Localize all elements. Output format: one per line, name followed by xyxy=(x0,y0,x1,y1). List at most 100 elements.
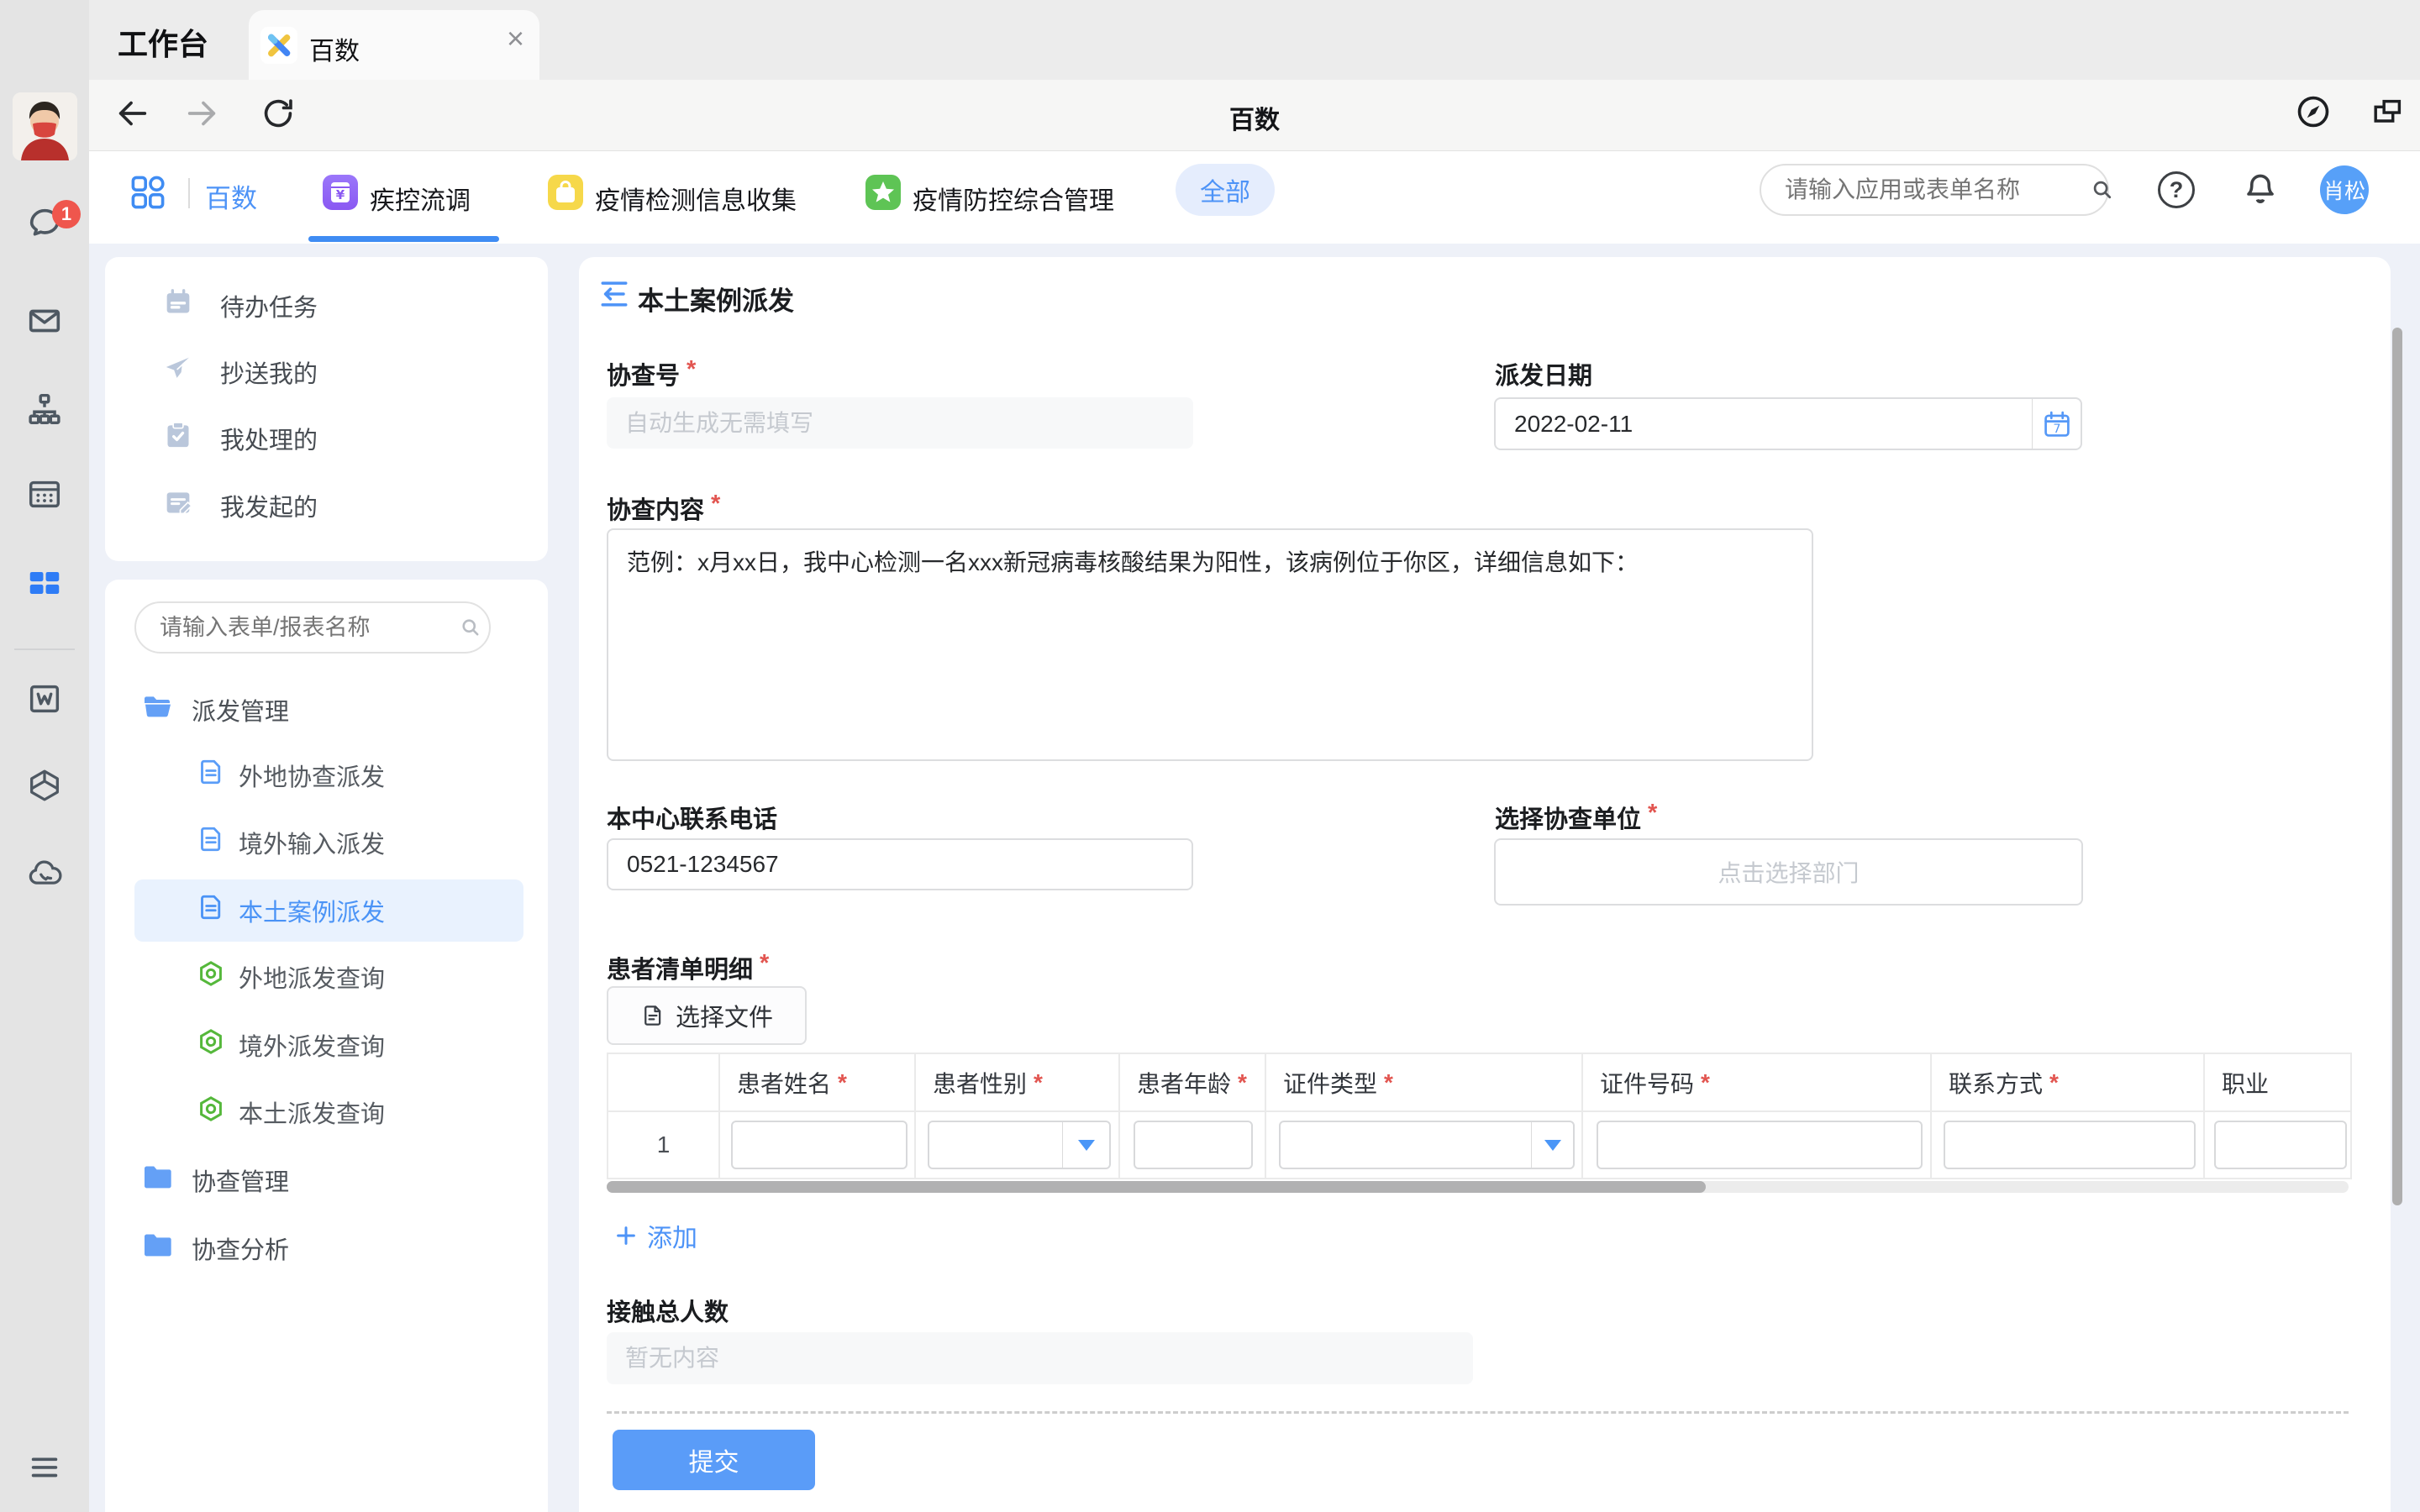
field-label-assist-content: 协查内容* xyxy=(607,491,720,526)
col-header-age: 患者年龄* xyxy=(1120,1054,1266,1110)
open-in-window-icon[interactable] xyxy=(2368,94,2407,137)
help-icon[interactable]: ? xyxy=(2158,171,2195,208)
collapse-back-icon[interactable] xyxy=(596,276,633,317)
user-avatar-image[interactable] xyxy=(13,92,77,160)
word-doc-icon[interactable] xyxy=(25,680,64,718)
patient-table: 患者姓名* 患者性别* 患者年龄* 证件类型* 证件号码* 联系方式* 职业 1 xyxy=(607,1053,2352,1179)
cell-contact xyxy=(1932,1112,2205,1178)
dropdown-zone[interactable] xyxy=(1531,1122,1573,1168)
org-chart-icon[interactable] xyxy=(25,390,64,428)
sidebar-item-cc[interactable]: 抄送我的 xyxy=(105,349,548,396)
active-app-tab[interactable]: 百数 × xyxy=(249,10,539,80)
nav-tab-yiqingjiance[interactable]: 疫情检测信息收集 xyxy=(595,180,797,217)
query-hex-icon xyxy=(196,1094,226,1131)
patient-age-input[interactable] xyxy=(1134,1121,1253,1169)
dispatch-date-field[interactable]: 2022-02-11 7 xyxy=(1494,397,2082,450)
choose-file-button[interactable]: 选择文件 xyxy=(607,986,807,1045)
tree-folder-xiechafenxi[interactable]: 协查分析 xyxy=(105,1225,548,1272)
tree-search-input[interactable] xyxy=(136,614,459,642)
app-icon-jikong: ¥ xyxy=(323,175,358,210)
cloud-call-icon[interactable] xyxy=(25,854,64,893)
tree-folder-xiechaguanli[interactable]: 协查管理 xyxy=(105,1157,548,1204)
row-index-cell: 1 xyxy=(608,1112,720,1178)
nav-tab-yiqingfangkong[interactable]: 疫情防控综合管理 xyxy=(913,180,1114,217)
tree-label: 协查分析 xyxy=(192,1231,289,1266)
compass-discover-icon[interactable] xyxy=(2294,92,2333,135)
svg-text:¥: ¥ xyxy=(336,187,345,202)
nav-tab-jikongliudiao[interactable]: 疾控流调 xyxy=(370,180,471,217)
patient-table-header: 患者姓名* 患者性别* 患者年龄* 证件类型* 证件号码* 联系方式* 职业 xyxy=(608,1054,2350,1112)
col-header-occupation: 职业 xyxy=(2205,1054,2350,1110)
sidebar-item-initiated[interactable]: 我发起的 xyxy=(105,482,548,529)
app-icon-yiqingfangkong xyxy=(865,175,901,210)
apps-grid-icon[interactable] xyxy=(128,172,168,217)
add-row-button[interactable]: 添加 xyxy=(613,1217,697,1254)
submit-button[interactable]: 提交 xyxy=(613,1430,815,1490)
date-picker-zone[interactable]: 7 xyxy=(2032,399,2081,449)
notification-bell-icon[interactable] xyxy=(2240,169,2281,213)
todo-calendar-icon xyxy=(161,286,195,326)
contact-total-input[interactable] xyxy=(607,1332,1473,1384)
tree-search-box[interactable] xyxy=(134,601,491,654)
nav-home-baishu[interactable]: 百数 xyxy=(205,177,257,215)
id-type-select[interactable] xyxy=(1279,1121,1575,1169)
menu-hamburger-icon[interactable] xyxy=(25,1446,64,1485)
nav-tab-all[interactable]: 全部 xyxy=(1176,164,1275,216)
patient-gender-select[interactable] xyxy=(928,1121,1111,1169)
sidebar-item-todo[interactable]: 待办任务 xyxy=(105,282,548,329)
chat-unread-badge: 1 xyxy=(52,200,81,228)
sidebar-item-label: 我发起的 xyxy=(220,488,318,523)
calendar-icon[interactable] xyxy=(25,475,64,513)
cell-idno xyxy=(1583,1112,1932,1178)
folder-icon xyxy=(140,1160,174,1200)
tree-item-jingwaishuru[interactable]: 境外输入派发 xyxy=(105,819,548,866)
sidebar-item-processed[interactable]: 我处理的 xyxy=(105,415,548,462)
mail-icon[interactable] xyxy=(25,302,64,340)
col-header-name: 患者姓名* xyxy=(720,1054,916,1110)
tree-label: 境外输入派发 xyxy=(239,825,385,860)
tree-item-waidixiecha[interactable]: 外地协查派发 xyxy=(105,752,548,799)
patient-table-row: 1 xyxy=(608,1112,2350,1178)
calendar-picker-icon: 7 xyxy=(2041,408,2073,440)
field-label-contact-total: 接触总人数 xyxy=(607,1293,729,1328)
nav-divider xyxy=(188,178,190,208)
table-hscrollbar-thumb[interactable] xyxy=(607,1181,1706,1193)
query-hex-icon xyxy=(196,958,226,995)
dropdown-zone[interactable] xyxy=(1062,1122,1109,1168)
assist-content-textarea[interactable]: 范例：x月xx日，我中心检测一名xxx新冠病毒核酸结果为阳性，该病例位于你区，详… xyxy=(607,528,1813,761)
doc-file-icon xyxy=(196,892,226,929)
tree-label: 协查管理 xyxy=(192,1163,289,1198)
assist-unit-picker[interactable]: 点击选择部门 xyxy=(1494,838,2083,906)
tree-folder-paifaguanli[interactable]: 派发管理 xyxy=(105,686,548,733)
tree-item-bentuchaxun[interactable]: 本土派发查询 xyxy=(105,1089,548,1136)
table-hscrollbar-track[interactable] xyxy=(607,1181,2349,1193)
assist-no-input[interactable] xyxy=(607,397,1193,449)
occupation-input[interactable] xyxy=(2214,1121,2347,1169)
file-icon xyxy=(640,1003,666,1028)
patient-name-input[interactable] xyxy=(731,1121,908,1169)
dropdown-arrow-icon xyxy=(1078,1140,1095,1151)
contact-input[interactable] xyxy=(1944,1121,2196,1169)
plus-icon xyxy=(613,1223,639,1248)
note-edit-icon xyxy=(161,486,195,526)
tree-item-bentuanli-selected[interactable]: 本土案例派发 xyxy=(105,887,548,934)
id-number-input[interactable] xyxy=(1597,1121,1923,1169)
center-phone-input[interactable] xyxy=(607,838,1193,890)
cell-occupation xyxy=(2205,1112,2350,1178)
workbench-grid-icon[interactable] xyxy=(25,564,64,602)
cell-age xyxy=(1120,1112,1266,1178)
cube-box-icon[interactable] xyxy=(25,766,64,805)
tree-label: 本土派发查询 xyxy=(239,1095,385,1130)
dispatch-date-value: 2022-02-11 xyxy=(1514,411,1633,438)
tree-item-jingwaichaxun[interactable]: 境外派发查询 xyxy=(105,1021,548,1068)
page-vscrollbar-thumb[interactable] xyxy=(2392,328,2402,1205)
cell-name xyxy=(720,1112,916,1178)
svg-text:7: 7 xyxy=(2053,423,2060,436)
user-avatar-badge[interactable]: 肖松 xyxy=(2320,165,2369,214)
tree-item-waidichaxun[interactable]: 外地派发查询 xyxy=(105,953,548,1000)
tab-close-icon[interactable]: × xyxy=(507,24,524,54)
app-search-input[interactable] xyxy=(1761,176,2090,204)
col-header-gender: 患者性别* xyxy=(916,1054,1120,1110)
app-search-box[interactable] xyxy=(1760,164,2109,216)
tree-label: 境外派发查询 xyxy=(239,1027,385,1063)
